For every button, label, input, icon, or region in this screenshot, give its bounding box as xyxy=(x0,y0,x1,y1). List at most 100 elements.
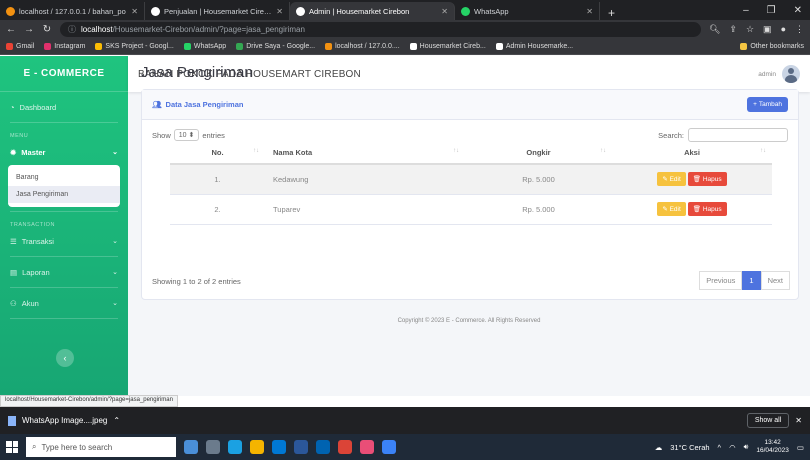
divider xyxy=(10,122,118,123)
edit-button[interactable]: ✎ Edit xyxy=(657,172,686,187)
task-view-icon[interactable] xyxy=(206,440,220,454)
download-item[interactable]: WhatsApp Image....jpeg xyxy=(22,416,107,425)
windows-start-icon[interactable] xyxy=(6,441,18,453)
url-input[interactable]: ⓘ localhost/Housemarket-Cirebon/admin/?p… xyxy=(60,22,701,37)
column-label: Aksi xyxy=(684,148,700,157)
sidebar-item-master[interactable]: ✹ Master ⌄ xyxy=(0,141,128,163)
column-header-ongkir[interactable]: Ongkir ↑↓ xyxy=(465,142,612,165)
maximize-icon[interactable]: ❐ xyxy=(767,5,776,16)
bookmark-localhost[interactable]: localhost / 127.0.0.... xyxy=(325,43,400,50)
divider xyxy=(10,211,118,212)
bookmark-whatsapp[interactable]: WhatsApp xyxy=(183,43,226,50)
sidebar-toggle-button[interactable]: ‹ xyxy=(56,349,74,367)
notification-icon[interactable]: ▭ xyxy=(797,443,804,452)
submenu-item-barang[interactable]: Barang xyxy=(8,169,120,186)
app-icon[interactable] xyxy=(360,440,374,454)
edge-icon[interactable] xyxy=(228,440,242,454)
column-header-aksi[interactable]: Aksi ↑↓ xyxy=(612,142,772,165)
entries-value: 10 xyxy=(178,132,187,139)
date: 16/04/2023 xyxy=(756,447,789,454)
cell-ongkir: Rp. 5.000 xyxy=(465,194,612,225)
folder-icon[interactable] xyxy=(250,440,264,454)
add-button[interactable]: + Tambah xyxy=(747,97,788,112)
reload-icon[interactable]: ↻ xyxy=(42,24,52,35)
mail-icon[interactable] xyxy=(316,440,330,454)
site-icon xyxy=(409,43,417,50)
user-menu[interactable]: admin xyxy=(758,65,800,83)
search-input[interactable] xyxy=(688,128,788,142)
tab-phpmyadmin[interactable]: localhost / 127.0.0.1 / bahan_po ✕ xyxy=(0,2,145,20)
entries-select[interactable]: 10 ⬍ xyxy=(173,129,200,141)
column-header-kota[interactable]: Nama Kota ↑↓ xyxy=(265,142,465,165)
tab-whatsapp[interactable]: WhatsApp ✕ xyxy=(455,2,600,20)
chevron-up-icon[interactable]: ⌃ xyxy=(113,416,120,425)
store-icon[interactable] xyxy=(272,440,286,454)
sidebar: E - COMMERCE ◔ Dashboard MENU ✹ Master ⌄ Ba… xyxy=(0,56,128,396)
next-button[interactable]: Next xyxy=(760,271,790,290)
chrome-icon[interactable] xyxy=(338,440,352,454)
gmail-icon xyxy=(6,43,13,50)
wifi-icon[interactable]: ◠ xyxy=(729,443,736,452)
whatsapp-icon xyxy=(183,43,191,50)
close-icon[interactable]: ✕ xyxy=(586,7,593,16)
sidebar-item-transaksi[interactable]: ☰ Transaksi ⌄ xyxy=(0,230,128,252)
zoom-icon[interactable]: 🔍︎ xyxy=(709,24,720,35)
chevron-left-icon: ‹ xyxy=(63,353,67,363)
share-icon[interactable]: ⇪ xyxy=(729,24,737,35)
chevron-down-icon: ⌄ xyxy=(112,238,118,245)
hapus-label: Hapus xyxy=(702,206,722,213)
tab-label: WhatsApp xyxy=(474,6,509,16)
menu-icon[interactable]: ⋮ xyxy=(795,24,804,35)
taskbar-search-input[interactable]: ⌕ Type here to search xyxy=(26,437,176,457)
sidebar-item-akun[interactable]: ⚇ Akun ⌄ xyxy=(0,292,128,314)
sidebar-item-dashboard[interactable]: ◔ Dashboard xyxy=(0,96,128,118)
search-group: Search: xyxy=(658,128,788,142)
info-icon[interactable]: ⓘ xyxy=(68,24,76,35)
phpmyadmin-icon xyxy=(6,6,15,16)
sidebar-item-laporan[interactable]: ▤ Laporan ⌄ xyxy=(0,261,128,283)
close-icon[interactable]: ✕ xyxy=(131,7,138,16)
bookmark-gmail[interactable]: Gmail xyxy=(6,43,34,50)
other-bookmarks[interactable]: Other bookmarks xyxy=(740,43,804,50)
brand[interactable]: E - COMMERCE xyxy=(0,56,128,92)
site-icon xyxy=(296,6,305,16)
delete-button[interactable]: 🗑︎ Hapus xyxy=(687,202,727,216)
volume-icon[interactable]: 🔊︎ xyxy=(744,442,749,452)
tab-admin[interactable]: Admin | Housemarket Cirebon ✕ xyxy=(290,2,455,20)
delete-button[interactable]: 🗑︎ Hapus xyxy=(687,172,727,187)
page-button-current[interactable]: 1 xyxy=(742,271,761,290)
sidepanel-icon[interactable]: ▣ xyxy=(763,24,772,35)
close-icon[interactable]: ✕ xyxy=(276,7,283,16)
previous-button[interactable]: Previous xyxy=(699,271,743,290)
bookmark-sks[interactable]: SKS Project - Googl... xyxy=(95,43,174,50)
bookmarks-bar: Gmail Instagram SKS Project - Googl... W… xyxy=(0,39,810,55)
search-icon: ⌕ xyxy=(32,442,37,451)
word-icon[interactable] xyxy=(294,440,308,454)
tab-penjualan[interactable]: Penjualan | Housemarket Cirebon ✕ xyxy=(145,2,290,20)
bookmark-drive[interactable]: Drive Saya - Google... xyxy=(236,43,315,50)
clock[interactable]: 13:42 16/04/2023 xyxy=(756,439,789,455)
submenu-item-jasa-pengiriman[interactable]: Jasa Pengiriman xyxy=(8,186,120,203)
close-window-icon[interactable]: ✕ xyxy=(794,5,802,16)
tray-chevron-icon[interactable]: ^ xyxy=(718,443,722,452)
column-header-no[interactable]: No. ↑↓ xyxy=(170,142,265,165)
bookmark-admin[interactable]: Admin Housemarke... xyxy=(495,43,573,50)
back-icon[interactable]: ← xyxy=(6,24,16,35)
profile-icon[interactable]: ● xyxy=(781,24,786,35)
window-controls: – ❐ ✕ xyxy=(735,0,810,20)
new-tab-button[interactable]: + xyxy=(600,6,623,20)
weather-icon[interactable]: ☁ xyxy=(655,443,663,452)
bookmark-instagram[interactable]: Instagram xyxy=(44,43,85,50)
edit-button[interactable]: ✎ Edit xyxy=(657,202,686,216)
edit-label: Edit xyxy=(669,206,681,213)
show-all-button[interactable]: Show all xyxy=(746,413,790,428)
close-icon[interactable]: ✕ xyxy=(441,7,448,16)
close-icon[interactable]: ✕ xyxy=(795,416,802,425)
app-icon[interactable] xyxy=(382,440,396,454)
forward-icon[interactable]: → xyxy=(24,24,34,35)
explorer-app-icon[interactable] xyxy=(184,440,198,454)
weather-text[interactable]: 31°C Cerah xyxy=(670,443,709,452)
minimize-icon[interactable]: – xyxy=(743,5,749,16)
bookmark-housemarket[interactable]: Housemarket Cireb... xyxy=(409,43,486,50)
star-icon[interactable]: ☆ xyxy=(746,24,754,35)
